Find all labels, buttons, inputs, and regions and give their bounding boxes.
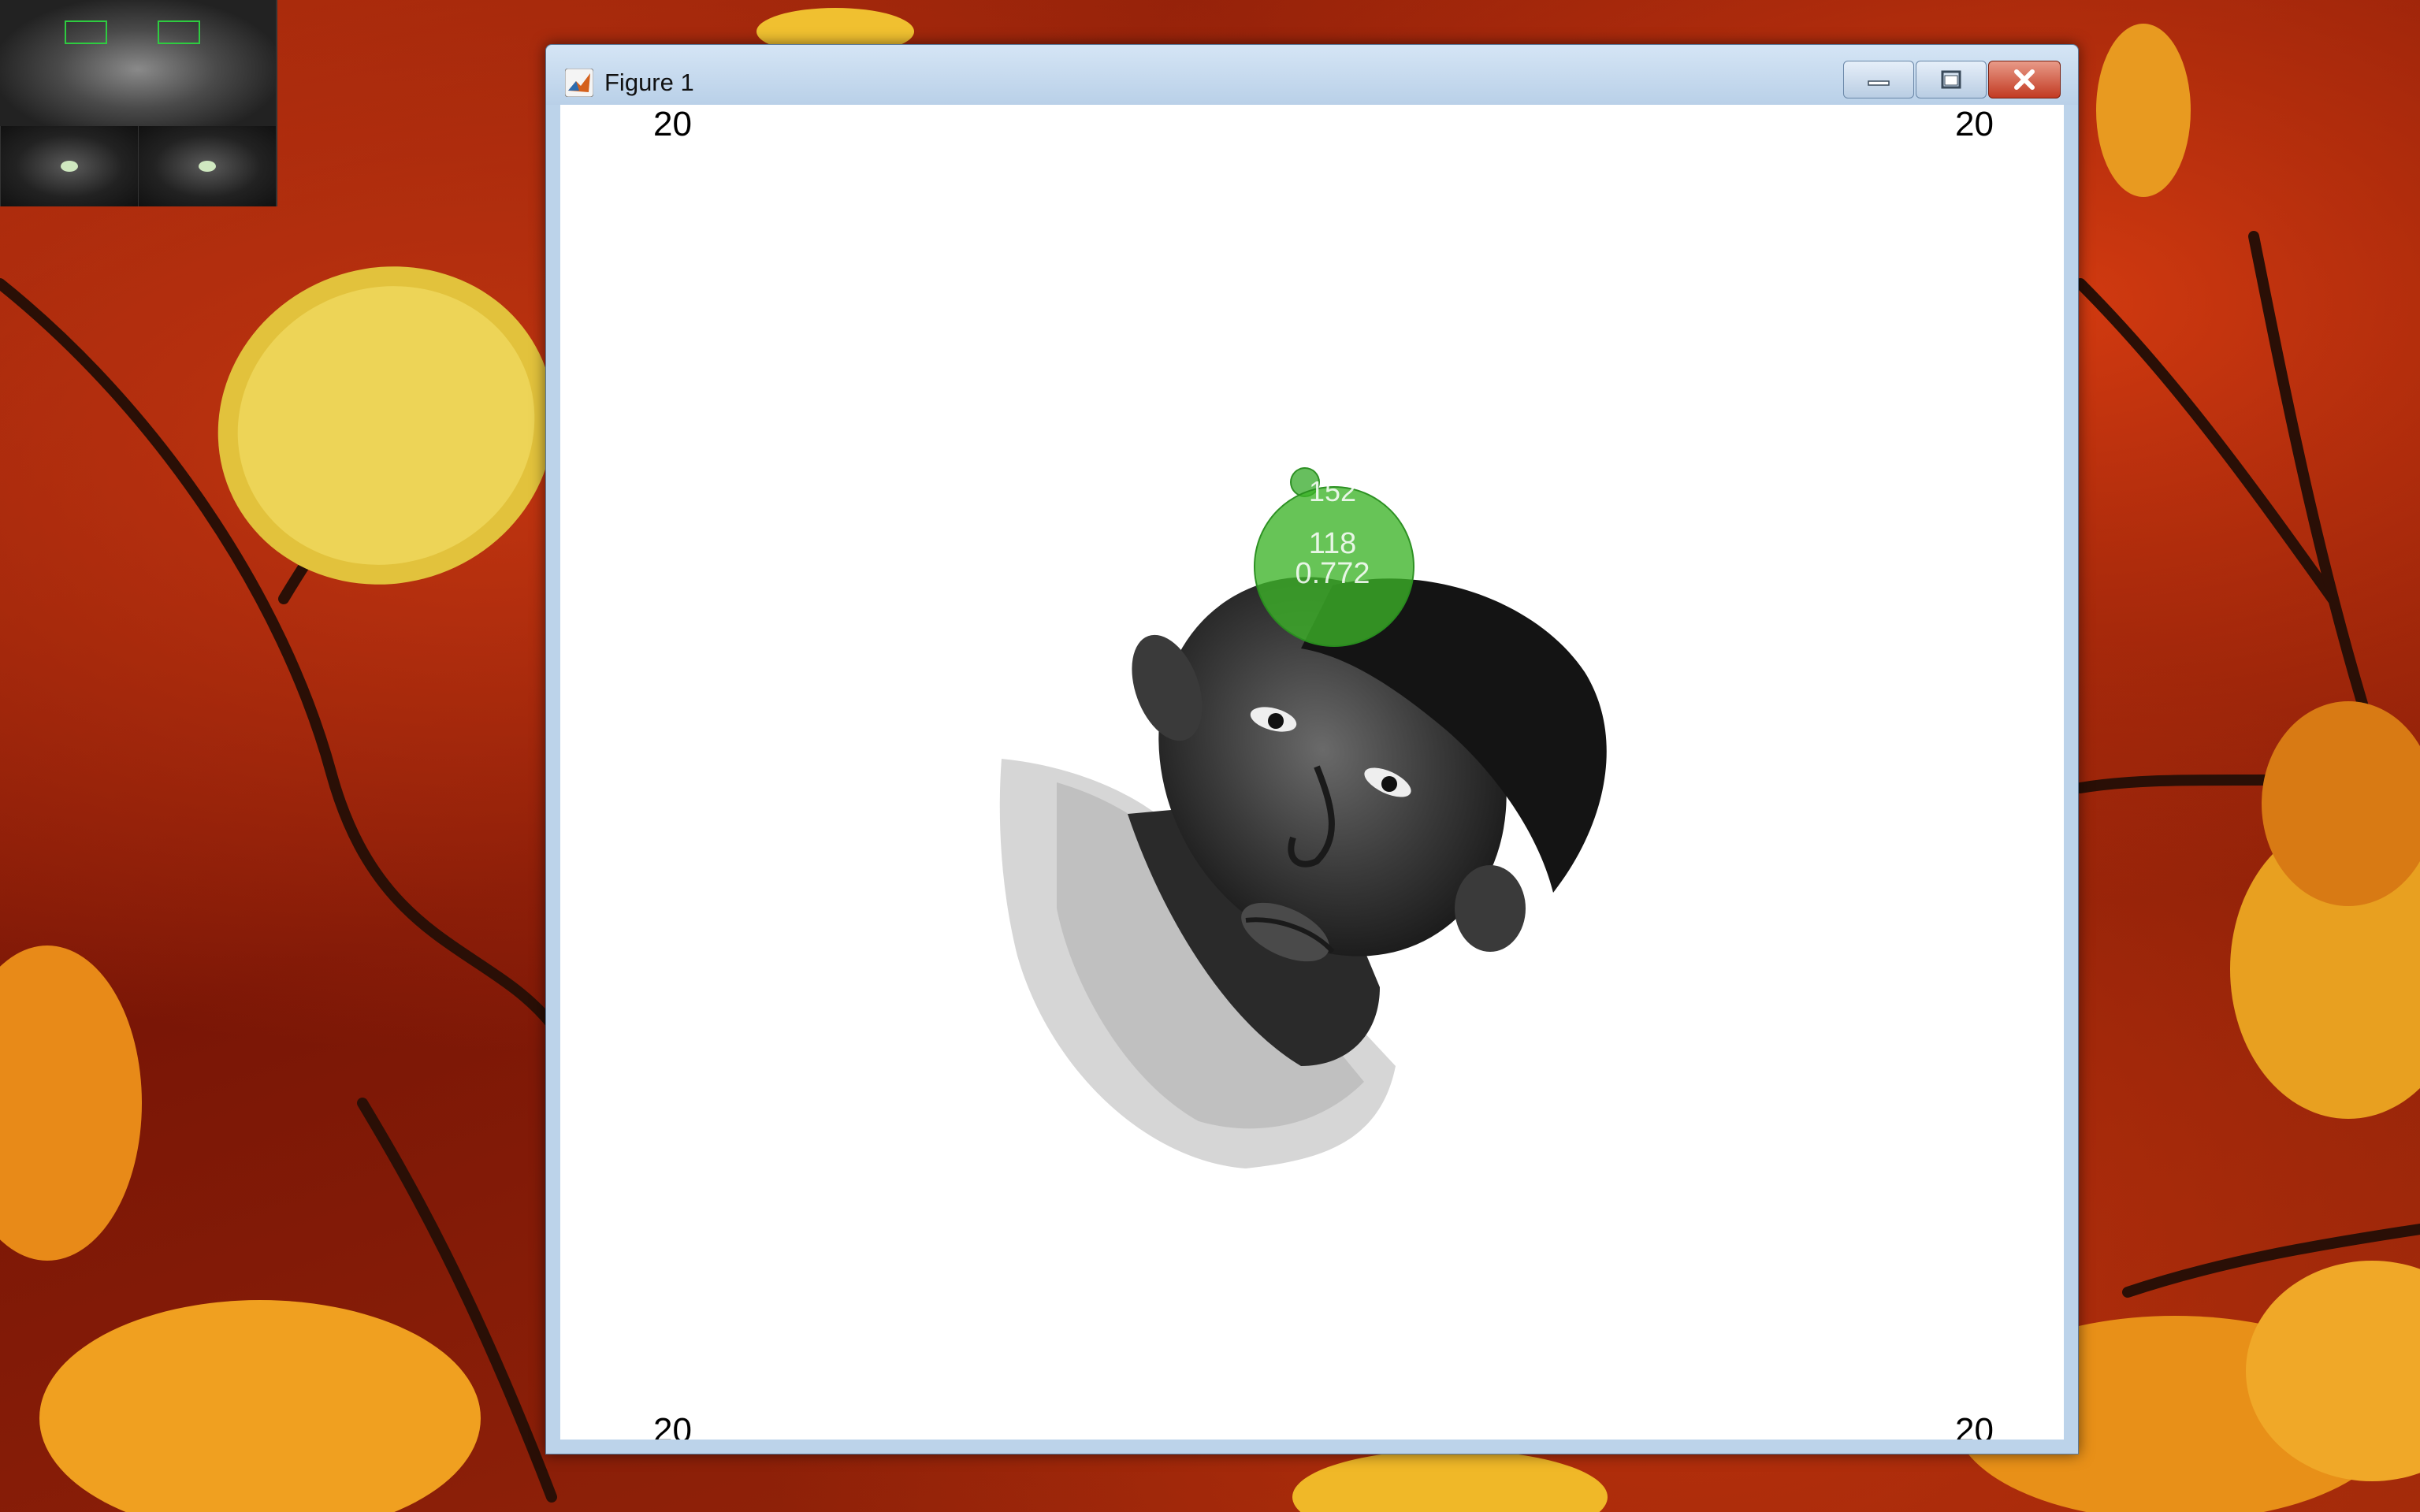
minimize-icon <box>1868 80 1890 86</box>
eye-tracker-webcam-preview <box>0 0 277 206</box>
left-eye-closeup <box>0 126 138 206</box>
maximize-button[interactable] <box>1916 61 1987 98</box>
maximize-icon <box>1941 70 1961 89</box>
corner-label-bottom-right: 20 <box>1955 1411 1994 1440</box>
corner-label-bottom-left: 20 <box>653 1411 692 1440</box>
figure-canvas[interactable]: 20 20 20 20 152 118 0.772 <box>560 105 2064 1440</box>
right-eye-closeup <box>138 126 276 206</box>
corner-label-top-right: 20 <box>1955 105 1994 143</box>
fixation-id-label: 118 <box>1308 527 1357 560</box>
fixation-duration-label: 0.772 <box>1295 557 1370 590</box>
window-titlebar[interactable]: Figure 1 <box>546 45 2078 105</box>
corner-label-top-left: 20 <box>653 105 692 143</box>
right-eye-tracking-box <box>158 20 200 44</box>
left-eye-tracking-box <box>65 20 107 44</box>
webcam-face-view <box>0 0 276 126</box>
fixation-small-label: 152 <box>1308 475 1357 507</box>
close-icon <box>2014 69 2035 90</box>
figure-window[interactable]: Figure 1 20 20 20 20 152 118 0.772 <box>545 44 2079 1454</box>
webcam-eye-closeups <box>0 126 276 206</box>
window-title: Figure 1 <box>604 69 694 96</box>
minimize-button[interactable] <box>1843 61 1914 98</box>
matlab-figure-icon <box>565 69 593 97</box>
close-button[interactable] <box>1988 61 2061 98</box>
